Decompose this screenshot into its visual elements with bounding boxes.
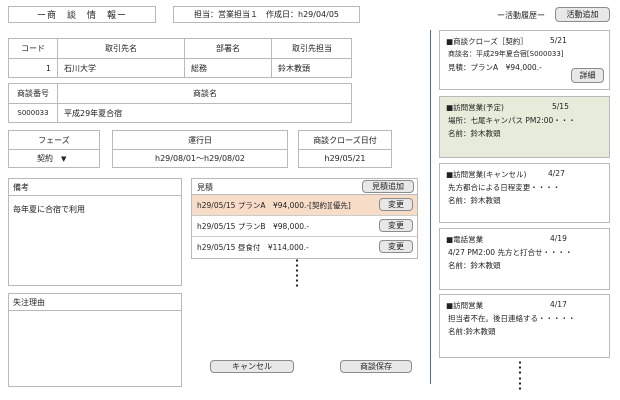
activity-line: 名前:鈴木教頭: [448, 327, 496, 336]
detail-button[interactable]: 詳細: [571, 68, 604, 83]
remarks-box: 備考 毎年夏に合宿で利用: [8, 178, 182, 286]
change-estimate-button[interactable]: 変更: [379, 219, 413, 232]
activity-card[interactable]: ■訪問営業 4/17 担当者不在。後日連絡する・・・・・ 名前:鈴木教頭: [439, 294, 610, 358]
header-department: 部署名: [216, 44, 240, 53]
history-title: ー活動履歴ー: [497, 11, 545, 20]
more-activities-icon: ・・・: [515, 375, 525, 395]
run-date-value[interactable]: h29/08/01～h29/08/02: [113, 150, 287, 167]
page-title: ー商 談 情 報ー: [36, 11, 127, 21]
meta-box: 担当：営業担当１ 作成日：h29/04/05: [173, 6, 360, 23]
header-deal-number: 商談番号: [17, 89, 49, 98]
lost-reason-box: 失注理由: [8, 293, 182, 387]
activity-card[interactable]: ■訪問営業(予定) 5/15 場所：七尾キャンパス PM2:00・・・ 名前：鈴…: [439, 96, 610, 158]
activity-line: 名前：鈴木教頭: [448, 196, 501, 205]
activity-date: 5/21: [550, 36, 567, 45]
run-date-box: 運行日 h29/08/01～h29/08/02: [112, 130, 288, 168]
run-date-label: 運行日: [188, 135, 212, 145]
estimate-row-text: h29/05/15 プランB ¥98,000.-: [197, 222, 310, 231]
save-deal-button[interactable]: 商談保存: [340, 360, 412, 373]
estimate-row[interactable]: h29/05/15 プランB ¥98,000.- 変更: [192, 216, 417, 237]
activity-card[interactable]: ■電話営業 4/19 4/27 PM2:00 先方と打合せ・・・・ 名前：鈴木教…: [439, 228, 610, 290]
cell-deal-number: S000033: [17, 109, 49, 117]
panel-divider: [430, 30, 431, 384]
estimate-row[interactable]: h29/05/15 プランA ¥94,000.-[契約][優先] 変更: [192, 195, 417, 216]
phase-value: 契約: [37, 154, 53, 163]
dropdown-arrow-icon: ▼: [61, 154, 67, 163]
activity-line: 商談名：平成29年夏合宿[S000033]: [448, 50, 564, 58]
activity-line: 名前：鈴木教頭: [448, 261, 501, 270]
activity-date: 4/19: [550, 234, 567, 243]
page-title-box: ー商 談 情 報ー: [8, 6, 156, 23]
more-estimates-icon: ・・・: [292, 272, 302, 292]
activity-date: 4/17: [550, 300, 567, 309]
header-contact: 取引先担当: [292, 44, 332, 53]
add-estimate-button[interactable]: 見積追加: [362, 180, 414, 193]
add-activity-button[interactable]: 活動追加: [555, 7, 610, 22]
activity-title: ■訪問営業(予定): [446, 103, 504, 112]
activity-date: 4/27: [548, 169, 565, 178]
phase-select[interactable]: 契約 ▼: [9, 150, 99, 167]
cell-deal-name: 平成29年夏合宿: [64, 108, 123, 118]
activity-line: 名前：鈴木教頭: [448, 129, 501, 138]
activity-title: ■電話営業: [446, 235, 484, 244]
estimate-row-text: h29/05/15 昼食付 ¥114,000.-: [197, 243, 309, 252]
remarks-text[interactable]: 毎年夏に合宿で利用: [13, 204, 85, 215]
cell-contact: 鈴木教頭: [278, 63, 310, 73]
lost-reason-label: 失注理由: [13, 298, 45, 307]
meta-text: 担当：営業担当１ 作成日：h29/04/05: [194, 10, 339, 19]
estimates-label: 見積: [197, 183, 213, 192]
activity-line: 担当者不在。後日連絡する・・・・・: [448, 314, 576, 323]
activity-line: 場所：七尾キャンパス PM2:00・・・: [448, 116, 576, 125]
activity-title: ■訪問営業: [446, 301, 484, 310]
cell-code: 1: [45, 63, 51, 73]
estimate-row-text: h29/05/15 プランA ¥94,000.-[契約][優先]: [197, 201, 351, 210]
phase-box: フェーズ 契約 ▼: [8, 130, 100, 168]
close-date-value[interactable]: h29/05/21: [299, 150, 391, 167]
change-estimate-button[interactable]: 変更: [379, 198, 413, 211]
close-date-label: 商談クローズ日付: [313, 135, 377, 145]
activity-title: ■訪問営業(キャンセル): [446, 170, 527, 179]
header-code: コード: [21, 44, 45, 53]
activity-date: 5/15: [552, 102, 569, 111]
activity-card[interactable]: ■訪問営業(キャンセル) 4/27 先方都合による日程変更・・・・ 名前：鈴木教…: [439, 163, 610, 223]
header-deal-name: 商談名: [193, 89, 217, 98]
activity-line: 先方都合による日程変更・・・・: [448, 183, 561, 192]
close-date-box: 商談クローズ日付 h29/05/21: [298, 130, 392, 168]
phase-label: フェーズ: [38, 135, 70, 145]
activity-line: 見積：プランA ¥94,000.-: [448, 63, 542, 72]
activity-line: 4/27 PM2:00 先方と打合せ・・・・: [448, 248, 573, 257]
estimate-row[interactable]: h29/05/15 昼食付 ¥114,000.- 変更: [192, 237, 417, 257]
remarks-label: 備考: [13, 183, 29, 192]
change-estimate-button[interactable]: 変更: [379, 240, 413, 253]
cell-department: 総務: [191, 63, 207, 73]
cell-client-name: 石川大学: [64, 63, 96, 73]
activity-card[interactable]: ■商談クローズ［契約］ 5/21 商談名：平成29年夏合宿[S000033] 見…: [439, 30, 610, 90]
customer-table: コード 取引先名 部署名 取引先担当 1 石川大学 総務 鈴木教頭: [8, 38, 352, 78]
activity-title: ■商談クローズ［契約］: [446, 37, 528, 46]
header-client-name: 取引先名: [105, 44, 137, 53]
estimates-box: 見積 見積追加 h29/05/15 プランA ¥94,000.-[契約][優先]…: [191, 178, 418, 259]
deal-table: 商談番号 商談名 S000033 平成29年夏合宿: [8, 83, 352, 123]
cancel-button[interactable]: キャンセル: [210, 360, 294, 373]
